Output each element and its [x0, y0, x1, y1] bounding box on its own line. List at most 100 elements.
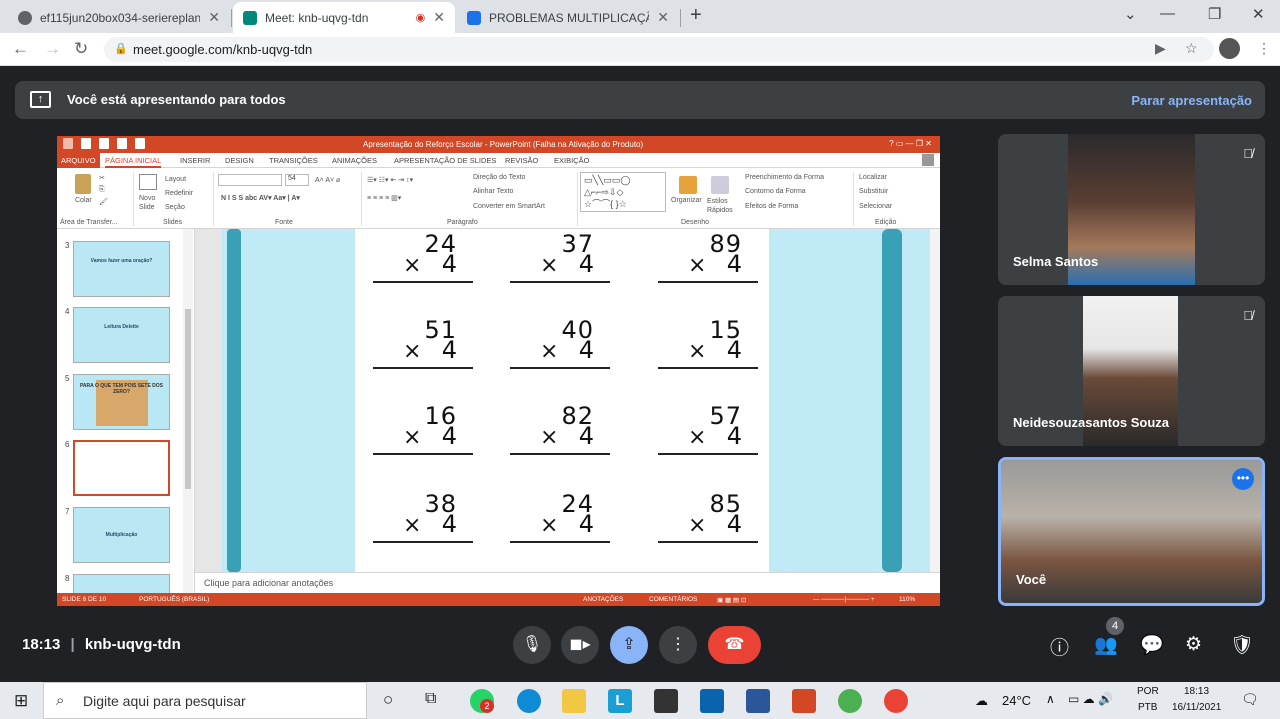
scrollbar-thumb[interactable] — [185, 309, 191, 489]
redo-icon[interactable] — [117, 138, 127, 149]
format-painter-icon[interactable]: 🖌 — [99, 198, 108, 206]
shape-effects-button[interactable]: Efeitos de Forma — [745, 203, 798, 210]
layout-button[interactable]: Layout — [165, 176, 186, 183]
replace-button[interactable]: Substituir — [859, 188, 888, 195]
tab-design[interactable]: DESIGN — [225, 156, 254, 165]
close-window-icon[interactable]: ✕ — [1252, 5, 1265, 23]
cut-icon[interactable]: ✂ — [99, 174, 105, 182]
weather-icon[interactable]: ☁ — [975, 693, 988, 709]
input-layout[interactable]: PTB — [1138, 702, 1157, 713]
copy-icon[interactable]: ⎘ — [99, 186, 105, 194]
url-bar[interactable]: 🔒 meet.google.com/knb-uqvg-tdn — [104, 37, 1214, 62]
close-icon[interactable]: ✕ — [433, 9, 445, 26]
undo-icon[interactable] — [99, 138, 109, 149]
select-button[interactable]: Selecionar — [859, 203, 892, 210]
shape-outline-button[interactable]: Contorno da Forma — [745, 188, 806, 195]
tab-arquivo[interactable]: ARQUIVO — [57, 153, 100, 168]
slide-thumbnail[interactable]: Vamos fazer uma oração? — [73, 241, 170, 297]
paste-icon[interactable] — [75, 174, 91, 194]
cortana-icon[interactable]: ○ — [383, 690, 393, 710]
edge-icon[interactable] — [517, 689, 541, 713]
reset-button[interactable]: Redefinir — [165, 190, 193, 197]
reload-icon[interactable]: ↻ — [74, 39, 88, 59]
shape-fill-button[interactable]: Preenchimento da Forma — [745, 174, 824, 181]
new-tab-button[interactable]: + — [690, 4, 702, 27]
start-slideshow-icon[interactable] — [135, 138, 145, 149]
arrange-icon[interactable] — [679, 176, 697, 194]
new-slide-button[interactable]: Novo Slide — [139, 194, 161, 212]
bookmark-star-icon[interactable]: ☆ — [1185, 40, 1198, 57]
maximize-icon[interactable]: ❐ — [1208, 5, 1221, 23]
input-language[interactable]: POR — [1137, 686, 1159, 697]
clock-time[interactable]: 18:13 — [1184, 686, 1209, 697]
slide-thumbnail[interactable]: Leitura Deleite — [73, 307, 170, 363]
chrome-icon[interactable] — [884, 689, 908, 713]
shapes-gallery[interactable]: ▭╲╲▭▭◯ △⌐⌐⇨⇩◇ ☆⌒⌒{ }☆ — [580, 172, 666, 212]
new-slide-icon[interactable] — [139, 174, 157, 190]
taskbar-search[interactable]: ⌕ Digite aqui para pesquisar — [43, 682, 367, 719]
slide-thumbnail[interactable]: PARA O QUE TEM POIS SETE DOS ZERO? — [73, 374, 170, 430]
font-grow-icons[interactable]: A˄ A˅ ⌀ — [315, 176, 340, 184]
participant-tile[interactable]: 🎙̸ Neidesouzasantos Souza — [998, 296, 1265, 446]
present-now-button[interactable]: ⇪ — [610, 626, 648, 664]
find-button[interactable]: Localizar — [859, 174, 887, 181]
list-icons[interactable]: ☰▾ ☷▾ ⇤ ⇥ ↕▾ — [367, 176, 413, 184]
chat-icon[interactable]: 💬 — [1140, 633, 1164, 657]
save-icon[interactable] — [81, 138, 91, 149]
notifications-icon[interactable]: 🗨 — [1241, 691, 1259, 708]
close-icon[interactable]: ✕ — [657, 9, 669, 26]
microphone-button[interactable]: 🎙 — [513, 626, 551, 664]
tab-search-icon[interactable]: ⌄ — [1124, 5, 1137, 23]
arrange-button[interactable]: Organizar — [671, 197, 702, 204]
powerpoint-icon[interactable] — [792, 689, 816, 713]
leave-call-button[interactable]: ☎ — [708, 626, 761, 664]
thumbnail-scrollbar[interactable] — [183, 229, 193, 593]
people-icon[interactable]: 👥 — [1094, 633, 1118, 657]
window-controls[interactable]: ? ▭ — ❐ ✕ — [889, 139, 932, 148]
task-view-icon[interactable]: ⧉ — [425, 690, 436, 708]
browser-tab-2[interactable]: Meet: knb-uqvg-tdn ◉ ✕ — [233, 2, 455, 33]
tab-exibicao[interactable]: EXIBIÇÃO — [554, 156, 589, 165]
notes-button[interactable]: ANOTAÇÕES — [583, 596, 623, 603]
zoom-slider[interactable]: — ─────|───── + — [813, 596, 875, 603]
section-button[interactable]: Seção — [165, 204, 185, 211]
browser-tab-1[interactable]: ef115jun20box034-seriereplanejan ✕ — [8, 2, 230, 33]
store-icon[interactable] — [654, 689, 678, 713]
forward-icon[interactable]: → — [44, 39, 61, 59]
account-avatar[interactable] — [922, 154, 934, 166]
font-size-combo[interactable]: 54 — [285, 174, 309, 186]
back-icon[interactable]: ← — [12, 39, 29, 59]
browser-tab-3[interactable]: PROBLEMAS MULTIPLICAÇÃO - G ✕ — [457, 2, 679, 33]
more-options-icon[interactable]: ••• — [1232, 468, 1254, 490]
word-icon[interactable] — [746, 689, 770, 713]
tab-inserir[interactable]: INSERIR — [180, 156, 210, 165]
view-buttons[interactable]: ▣ ▦ ▤ ⊡ — [717, 596, 746, 604]
comments-button[interactable]: COMENTÁRIOS — [649, 596, 697, 603]
participant-tile-self[interactable]: ••• Você — [998, 457, 1265, 606]
temperature[interactable]: 24°C — [1002, 693, 1031, 708]
quick-styles-button[interactable]: Estilos Rápidos — [707, 197, 735, 215]
file-explorer-icon[interactable] — [562, 689, 586, 713]
align-text-button[interactable]: Alinhar Texto — [473, 188, 513, 195]
close-icon[interactable]: ✕ — [208, 9, 220, 26]
align-icons[interactable]: ≡ ≡ ≡ ≡ ▥▾ — [367, 194, 401, 202]
notes-pane[interactable]: Clique para adicionar anotações — [195, 572, 940, 593]
slide-scrollbar[interactable] — [930, 229, 940, 572]
tab-apresentacao[interactable]: APRESENTAÇÃO DE SLIDES — [394, 156, 496, 165]
camera-button[interactable]: ◼▸ — [561, 626, 599, 664]
tab-animacoes[interactable]: ANIMAÇÕES — [332, 156, 377, 165]
tab-transicoes[interactable]: TRANSIÇÕES — [269, 156, 318, 165]
camera-permission-icon[interactable]: ▶ — [1155, 40, 1166, 57]
font-format-icons[interactable]: N I S S abc AV▾ Aa▾ | A▾ — [221, 194, 300, 202]
tab-revisao[interactable]: REVISÃO — [505, 156, 538, 165]
profile-avatar[interactable] — [1219, 38, 1240, 59]
windows-start-icon[interactable]: ⊞ — [14, 691, 28, 711]
chrome-profile-icon[interactable] — [838, 689, 862, 713]
font-name-combo[interactable] — [218, 174, 282, 186]
slide-thumbnail-selected[interactable] — [73, 440, 170, 496]
more-options-button[interactable]: ⋮ — [659, 626, 697, 664]
quick-styles-icon[interactable] — [711, 176, 729, 194]
tray-icons[interactable]: ▭ ☁ 🔊 — [1068, 692, 1113, 706]
menu-icon[interactable]: ⋮ — [1257, 40, 1271, 57]
participant-tile[interactable]: 🎙̸ Selma Santos — [998, 134, 1265, 285]
